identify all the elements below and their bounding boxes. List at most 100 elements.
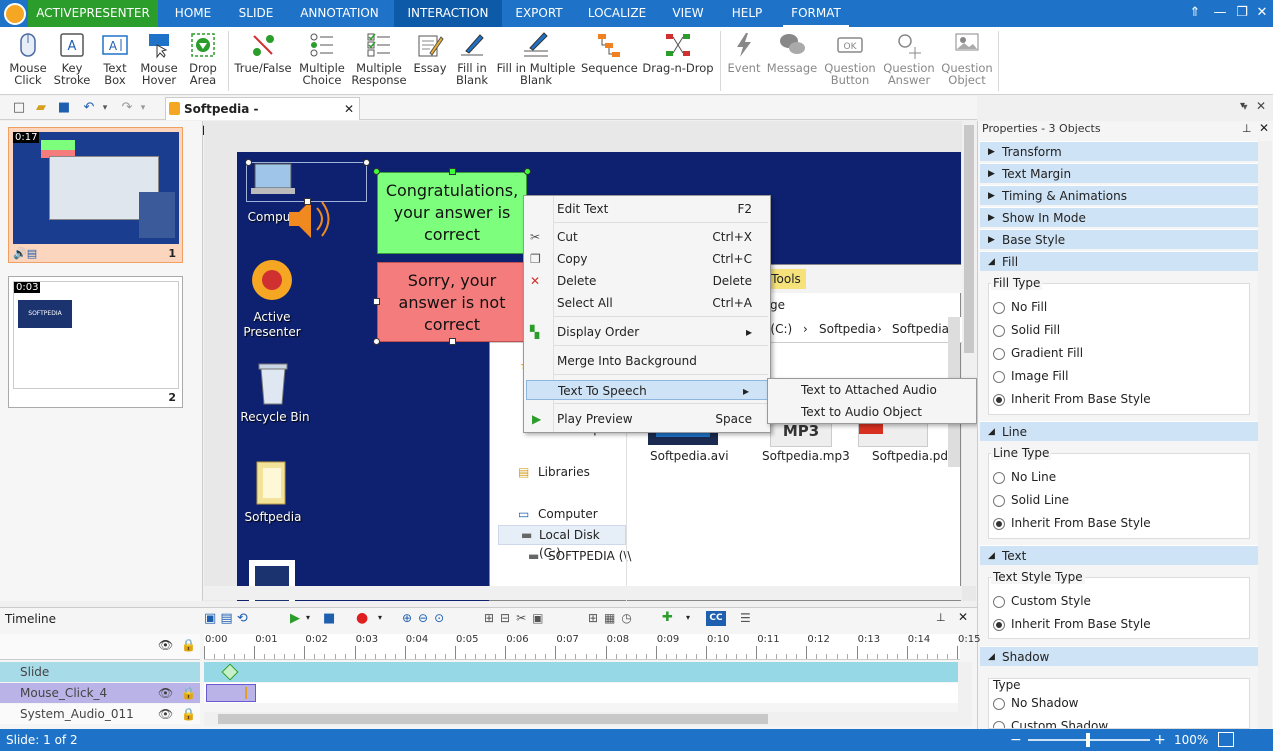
resize-handle[interactable] xyxy=(449,338,456,345)
menu-play-preview[interactable]: ▶ Play Preview Space xyxy=(524,409,770,429)
zoom-out-icon[interactable]: − xyxy=(1010,729,1022,751)
menu-merge-into-background[interactable]: Merge Into Background xyxy=(524,351,770,371)
tab-slide[interactable]: SLIDE xyxy=(229,0,283,27)
track-system-audio[interactable]: System_Audio_011 👁 🔒 xyxy=(0,704,200,724)
zoom-timeline-icons[interactable]: ⊕⊖⊙ xyxy=(402,611,450,625)
timeline-pin-icon[interactable]: ⊥ xyxy=(936,611,946,624)
add-marker-icon[interactable]: ✚ xyxy=(662,610,673,625)
shadow-no-shadow-radio[interactable]: No Shadow xyxy=(993,696,1078,710)
zoom-slider-thumb[interactable] xyxy=(1086,733,1090,747)
timeline-insert-icons[interactable]: ⊞▦◷ xyxy=(588,611,638,625)
tab-localize[interactable]: LOCALIZE xyxy=(583,0,651,27)
open-folder-icon[interactable]: ▰ xyxy=(32,99,50,117)
lock-icon[interactable]: 🔒 xyxy=(181,683,196,703)
key-stroke-button[interactable]: A Key Stroke xyxy=(52,31,92,91)
record-dropdown-icon[interactable]: ▾ xyxy=(378,613,382,622)
menu-edit-text[interactable]: Edit Text F2 xyxy=(524,199,770,219)
section-timing-animations[interactable]: ▶ Timing & Animations xyxy=(980,185,1258,205)
record-icon[interactable]: ● xyxy=(356,610,368,626)
resize-handle[interactable] xyxy=(373,298,380,305)
track-mouse-click-lane[interactable] xyxy=(204,683,958,703)
resize-handle[interactable] xyxy=(449,168,456,175)
closed-caption-button[interactable]: CC xyxy=(706,611,726,626)
tab-format[interactable]: FORMAT xyxy=(783,0,849,27)
timeline-close-icon[interactable]: ✕ xyxy=(958,610,968,624)
close-tab-icon[interactable]: ✕ xyxy=(344,98,354,120)
line-no-line-radio[interactable]: No Line xyxy=(993,470,1056,484)
app-logo-icon[interactable] xyxy=(4,3,26,25)
play-dropdown-icon[interactable]: ▾ xyxy=(306,613,310,622)
tab-annotation[interactable]: ANNOTATION xyxy=(291,0,388,27)
timeline-view-icons[interactable]: ▣ ▤ ⟲ xyxy=(204,611,254,629)
menu-text-to-attached-audio[interactable]: Text to Attached Audio xyxy=(768,380,976,400)
new-file-icon[interactable]: □ xyxy=(10,99,28,117)
slide-thumbnail-2[interactable]: 0:03 SOFTPEDIA 2 xyxy=(8,276,183,408)
question-object-button[interactable]: Question Object xyxy=(940,31,994,91)
menu-text-to-audio-object[interactable]: Text to Audio Object xyxy=(768,402,976,422)
fill-inherit-radio[interactable]: Inherit From Base Style xyxy=(993,392,1151,406)
timeline-horizontal-scrollbar[interactable] xyxy=(204,712,958,726)
section-line[interactable]: ◢ Line xyxy=(980,421,1258,441)
correct-message-shape[interactable]: Congratulations, your answer is correct xyxy=(377,172,527,254)
close-icon[interactable]: ✕ xyxy=(1252,4,1272,22)
canvas-horizontal-scrollbar[interactable] xyxy=(204,586,962,600)
resize-handle[interactable] xyxy=(373,168,380,175)
resize-handle[interactable] xyxy=(304,198,311,205)
question-answer-button[interactable]: Question Answer xyxy=(882,31,936,91)
tab-view[interactable]: VIEW xyxy=(665,0,711,27)
sequence-button[interactable]: Sequence xyxy=(581,31,638,91)
save-icon[interactable]: ■ xyxy=(55,99,73,117)
section-shadow[interactable]: ◢ Shadow xyxy=(980,646,1258,666)
section-show-in-mode[interactable]: ▶ Show In Mode xyxy=(980,207,1258,227)
maximize-icon[interactable]: ❐ xyxy=(1232,4,1252,22)
lock-icon[interactable]: 🔒 xyxy=(181,638,196,652)
line-inherit-radio[interactable]: Inherit From Base Style xyxy=(993,516,1151,530)
section-fill[interactable]: ◢ Fill xyxy=(980,251,1258,271)
track-mouse-click[interactable]: Mouse_Click_4 👁 🔒 xyxy=(0,683,200,703)
tab-help[interactable]: HELP xyxy=(724,0,770,27)
multiple-choice-button[interactable]: Multiple Choice xyxy=(297,31,347,91)
menu-display-order[interactable]: ▚ Display Order ▸ xyxy=(524,322,770,342)
timeline-vertical-scrollbar[interactable] xyxy=(958,662,972,726)
fill-in-multiple-blank-button[interactable]: Fill in Multiple Blank xyxy=(495,31,577,91)
shadow-custom-radio[interactable]: Custom Shadow xyxy=(993,719,1108,728)
text-custom-style-radio[interactable]: Custom Style xyxy=(993,594,1091,608)
mouse-click-button[interactable]: Mouse Click xyxy=(6,31,50,91)
zoom-slider[interactable] xyxy=(1028,733,1150,747)
slide-keyframe-marker[interactable] xyxy=(221,663,239,681)
fit-window-icon[interactable] xyxy=(1218,732,1234,747)
section-text-margin[interactable]: ▶ Text Margin xyxy=(980,163,1258,183)
section-text[interactable]: ◢ Text xyxy=(980,545,1258,565)
fill-gradient-fill-radio[interactable]: Gradient Fill xyxy=(993,346,1083,360)
track-slide[interactable]: Slide xyxy=(0,662,200,682)
event-button[interactable]: Event xyxy=(724,31,764,91)
fill-image-fill-radio[interactable]: Image Fill xyxy=(993,369,1068,383)
canvas-vertical-scrollbar[interactable] xyxy=(962,121,976,586)
minimize-icon[interactable]: — xyxy=(1210,4,1230,22)
timeline-scroll-thumb[interactable] xyxy=(218,714,768,724)
multiple-response-button[interactable]: Multiple Response xyxy=(351,31,407,91)
true-false-button[interactable]: True/False xyxy=(233,31,293,91)
line-solid-line-radio[interactable]: Solid Line xyxy=(993,493,1069,507)
pin-icon[interactable]: ⊥ xyxy=(1242,122,1252,135)
visibility-eye-icon[interactable]: 👁 xyxy=(158,704,173,724)
menu-cut[interactable]: ✂ Cut Ctrl+X xyxy=(524,227,770,247)
collapse-ribbon-icon[interactable]: ⇑ xyxy=(1185,4,1205,22)
track-slide-bar[interactable] xyxy=(204,662,958,682)
lock-icon[interactable]: 🔒 xyxy=(181,704,196,724)
message-button[interactable]: Message xyxy=(766,31,818,91)
undo-dropdown-icon[interactable]: ▾ xyxy=(96,99,114,117)
menu-select-all[interactable]: Select All Ctrl+A xyxy=(524,293,770,313)
text-inherit-radio[interactable]: Inherit From Base Style xyxy=(993,617,1151,631)
play-timeline-icon[interactable]: ▶ xyxy=(290,611,300,626)
time-ruler[interactable]: 0:00 0:01 0:02 0:03 0:04 0:05 0:06 0:07 0:08 0:09… xyxy=(204,634,980,660)
redo-dropdown-icon[interactable]: ▾ xyxy=(134,99,152,117)
timeline-edit-icons[interactable]: ⊞⊟✂▣ xyxy=(484,611,550,625)
section-transform[interactable]: ▶ Transform xyxy=(980,141,1258,161)
resize-handle[interactable] xyxy=(245,159,252,166)
marker-dropdown-icon[interactable]: ▾ xyxy=(686,613,690,622)
section-base-style[interactable]: ▶ Base Style xyxy=(980,229,1258,249)
menu-text-to-speech[interactable]: Text To Speech ▸ xyxy=(526,380,768,400)
visibility-eye-icon[interactable]: 👁 xyxy=(158,638,173,652)
fill-in-blank-button[interactable]: Fill in Blank xyxy=(453,31,491,91)
